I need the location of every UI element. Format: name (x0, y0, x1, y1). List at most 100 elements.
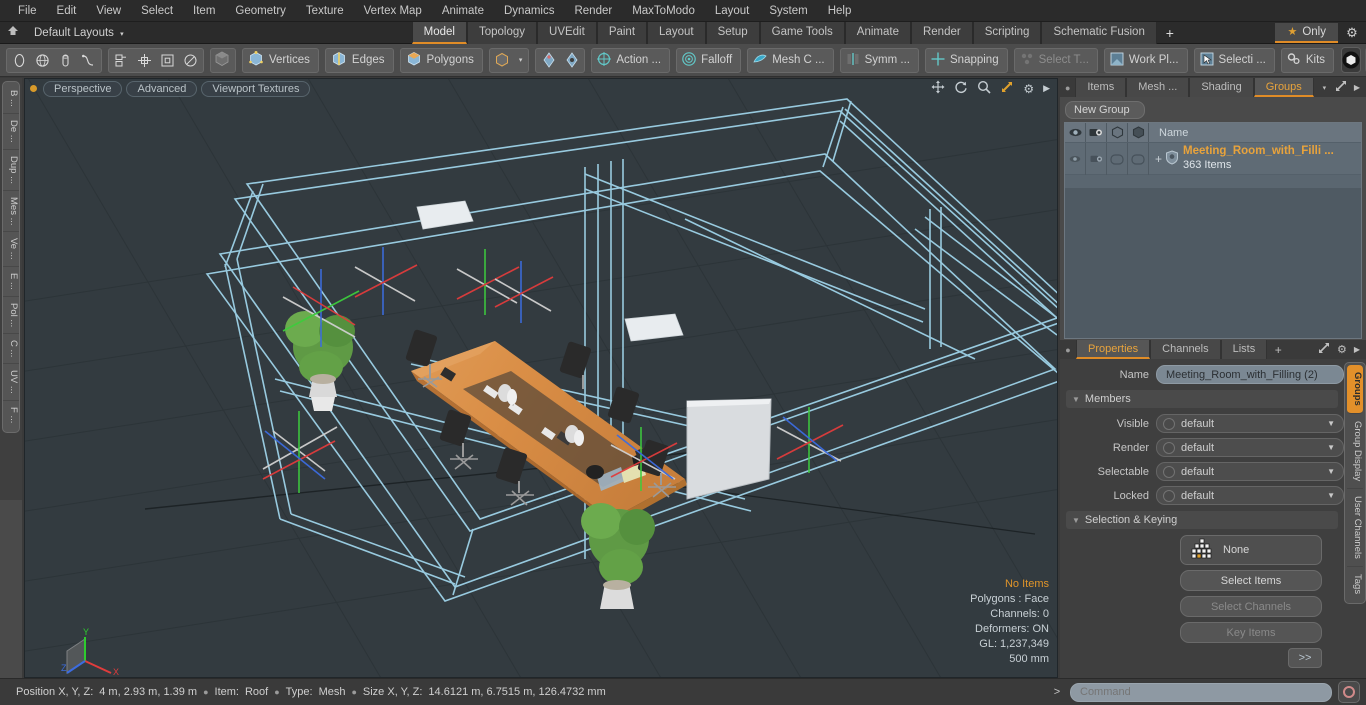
render-dropdown[interactable]: default ▼ (1156, 438, 1344, 457)
radial-falloff-icon[interactable] (560, 49, 583, 72)
menu-texture[interactable]: Texture (296, 0, 354, 22)
cube-icon[interactable] (1107, 123, 1128, 142)
command-input[interactable] (1070, 682, 1332, 702)
camera-icon[interactable] (1086, 123, 1107, 142)
locked-dropdown[interactable]: default ▼ (1156, 486, 1344, 505)
menu-geometry[interactable]: Geometry (225, 0, 296, 22)
array-tool-icon[interactable] (110, 49, 133, 72)
panel-tab-groups[interactable]: Groups (1253, 78, 1314, 97)
panel-tab-shading[interactable]: Shading (1189, 78, 1254, 97)
left-tab-vertex[interactable]: Ve ... (3, 232, 19, 267)
key-items-button[interactable]: Key Items (1180, 622, 1322, 643)
mesh-constraint-button[interactable]: Mesh C ... (749, 49, 831, 72)
visible-dropdown[interactable]: default ▼ (1156, 414, 1344, 433)
menu-vertex-map[interactable]: Vertex Map (354, 0, 432, 22)
expand-panel-icon[interactable] (1335, 80, 1347, 95)
tab-schematic-fusion[interactable]: Schematic Fusion (1041, 21, 1157, 44)
zoom-icon[interactable] (977, 80, 991, 97)
row-eye-icon[interactable] (1065, 143, 1086, 175)
group-list-body[interactable] (1065, 188, 1361, 338)
action-center-button[interactable]: Action ... (593, 49, 668, 72)
3d-viewport[interactable]: Y X Z Perspective Advanced Viewport Text… (24, 78, 1058, 678)
tab-game-tools[interactable]: Game Tools (759, 21, 845, 44)
left-tab-duplicate[interactable]: Dup ... (3, 150, 19, 191)
items-mode-icon[interactable] (491, 49, 514, 72)
eye-icon[interactable] (1065, 123, 1086, 142)
oval-tool-icon[interactable] (179, 49, 202, 72)
row-selectable-toggle[interactable] (1107, 143, 1128, 175)
new-group-button[interactable]: New Group (1065, 101, 1145, 119)
viewport-textures-selector[interactable]: Viewport Textures (201, 80, 311, 97)
modo-bridge-icon[interactable] (1341, 47, 1362, 73)
select-through-button[interactable]: Select T... (1016, 49, 1096, 72)
menu-render[interactable]: Render (564, 0, 622, 22)
snapping-button[interactable]: Snapping (927, 49, 1006, 72)
home-icon[interactable] (0, 25, 26, 40)
menu-view[interactable]: View (86, 0, 131, 22)
left-tab-uv[interactable]: UV ... (3, 364, 19, 402)
side-tab-group-display[interactable]: Group Display (1347, 414, 1363, 489)
tab-layout[interactable]: Layout (647, 21, 706, 44)
gear-icon[interactable]: ⚙ (1338, 25, 1366, 41)
left-tab-edge[interactable]: E ... (3, 267, 19, 297)
selectable-dropdown[interactable]: default ▼ (1156, 462, 1344, 481)
selection-keying-section-header[interactable]: ▼ Selection & Keying (1066, 511, 1338, 529)
polygons-mode-button[interactable]: Polygons (402, 49, 481, 72)
edges-mode-button[interactable]: Edges (327, 49, 392, 72)
only-toggle[interactable]: ★ Only (1275, 22, 1338, 43)
left-tab-mesh-edit[interactable]: Mes ... (3, 191, 19, 233)
table-row[interactable]: + Meeting_Room_with_Filli ... 363 Items (1065, 142, 1361, 175)
curve-tool-icon[interactable] (77, 49, 100, 72)
tab-setup[interactable]: Setup (705, 21, 760, 44)
grid-tool-icon[interactable] (133, 49, 156, 72)
side-tab-user-channels[interactable]: User Channels (1347, 489, 1363, 567)
kits-button[interactable]: Kits (1283, 49, 1332, 72)
group-row-body[interactable]: + Meeting_Room_with_Filli ... 363 Items (1149, 143, 1361, 174)
viewport-shading-selector[interactable]: Advanced (126, 80, 198, 97)
viewport-view-selector[interactable]: Perspective (43, 80, 123, 97)
capsule-tool-icon[interactable] (54, 49, 77, 72)
menu-item[interactable]: Item (183, 0, 225, 22)
pan-icon[interactable] (931, 80, 945, 97)
menu-help[interactable]: Help (818, 0, 862, 22)
select-items-button[interactable]: Select Items (1180, 570, 1322, 591)
symmetry-button[interactable]: Symm ... (842, 49, 917, 72)
frame-tool-icon[interactable] (156, 49, 179, 72)
tab-model[interactable]: Model (411, 21, 467, 44)
selection-sets-button[interactable]: Selecti ... (1196, 49, 1273, 72)
menu-file[interactable]: File (8, 0, 47, 22)
vertices-mode-button[interactable]: Vertices (244, 49, 317, 72)
menu-system[interactable]: System (759, 0, 817, 22)
ellipse-tool-icon[interactable] (8, 49, 31, 72)
menu-animate[interactable]: Animate (432, 0, 494, 22)
panel-tab-items[interactable]: Items (1075, 78, 1127, 97)
tab-uvedit[interactable]: UVEdit (537, 21, 597, 44)
center-falloff-icon[interactable] (537, 49, 560, 72)
keying-preset-selector[interactable]: None (1180, 535, 1322, 565)
tab-properties[interactable]: Properties (1076, 340, 1151, 359)
add-layout-tab-button[interactable]: + (1157, 23, 1183, 43)
lock-cube-icon[interactable] (1128, 123, 1149, 142)
row-camera-icon[interactable] (1086, 143, 1107, 175)
left-tab-curve[interactable]: C ... (3, 334, 19, 365)
expand-properties-icon[interactable] (1318, 342, 1330, 357)
name-field[interactable]: Meeting_Room_with_Filling (2) (1156, 365, 1344, 384)
side-tab-groups[interactable]: Groups (1347, 365, 1363, 414)
fit-icon[interactable] (1000, 80, 1014, 97)
tab-render[interactable]: Render (910, 21, 973, 44)
left-tab-basic[interactable]: B ... (3, 84, 19, 114)
panel-tab-mesh[interactable]: Mesh ... (1126, 78, 1190, 97)
forward-button[interactable]: >> (1288, 648, 1322, 668)
viewport-menu-arrow-icon[interactable]: ▶ (1043, 83, 1050, 94)
left-tab-polygon[interactable]: Pol ... (3, 297, 19, 334)
component-mode-cube[interactable] (210, 47, 236, 73)
sphere-tool-icon[interactable] (31, 49, 54, 72)
side-tab-tags[interactable]: Tags (1347, 567, 1363, 601)
viewport-options-gear-icon[interactable]: ⚙ (1023, 82, 1034, 96)
menu-edit[interactable]: Edit (47, 0, 87, 22)
tab-paint[interactable]: Paint (596, 21, 648, 44)
select-channels-button[interactable]: Select Channels (1180, 596, 1322, 617)
menu-maxtomodo[interactable]: MaxToModo (622, 0, 705, 22)
tab-channels[interactable]: Channels (1150, 340, 1221, 359)
work-plane-button[interactable]: Work Pl... (1106, 49, 1186, 72)
